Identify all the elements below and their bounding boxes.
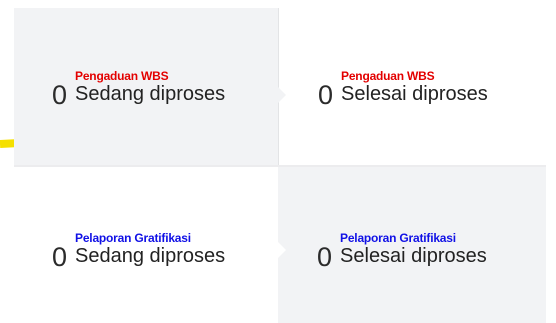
stat-text: Pelaporan Gratifikasi Selesai diproses xyxy=(340,231,487,268)
stat-category: Pengaduan WBS xyxy=(75,69,169,83)
gratifikasi-completed-card[interactable]: 0 Pelaporan Gratifikasi Selesai diproses xyxy=(278,167,546,323)
stat-block: 0 Pengaduan WBS Sedang diproses xyxy=(52,70,225,109)
stat-count: 0 xyxy=(317,242,333,272)
stat-text: Pelaporan Gratifikasi Sedang diproses xyxy=(75,231,226,268)
stat-count: 0 xyxy=(52,242,68,272)
stat-status: Selesai diproses xyxy=(341,83,488,105)
stat-status: Selesai diproses xyxy=(340,245,487,267)
stat-text: Pengaduan WBS Sedang diproses xyxy=(75,69,226,106)
report-stats-grid: 0 Pengaduan WBS Sedang diproses 0 Pengad… xyxy=(14,8,546,323)
stat-category: Pengaduan WBS xyxy=(341,69,435,83)
stat-block: 0 Pengaduan WBS Selesai diproses xyxy=(318,70,488,109)
stat-category: Pelaporan Gratifikasi xyxy=(75,231,191,245)
wbs-in-progress-card[interactable]: 0 Pengaduan WBS Sedang diproses xyxy=(14,8,278,165)
gratifikasi-in-progress-card[interactable]: 0 Pelaporan Gratifikasi Sedang diproses xyxy=(14,167,278,323)
chevron-right-icon xyxy=(278,87,286,103)
stat-count: 0 xyxy=(52,80,68,110)
stat-text: Pengaduan WBS Selesai diproses xyxy=(341,69,488,106)
stat-block: 0 Pelaporan Gratifikasi Sedang diproses xyxy=(52,232,225,271)
stat-category: Pelaporan Gratifikasi xyxy=(340,231,456,245)
stat-status: Sedang diproses xyxy=(75,83,226,105)
stat-count: 0 xyxy=(318,80,334,110)
page: 0 Pengaduan WBS Sedang diproses 0 Pengad… xyxy=(0,0,556,323)
chevron-right-icon xyxy=(278,242,286,258)
wbs-completed-card[interactable]: 0 Pengaduan WBS Selesai diproses xyxy=(278,8,546,165)
stat-status: Sedang diproses xyxy=(75,245,226,267)
stat-block: 0 Pelaporan Gratifikasi Selesai diproses xyxy=(317,232,487,271)
